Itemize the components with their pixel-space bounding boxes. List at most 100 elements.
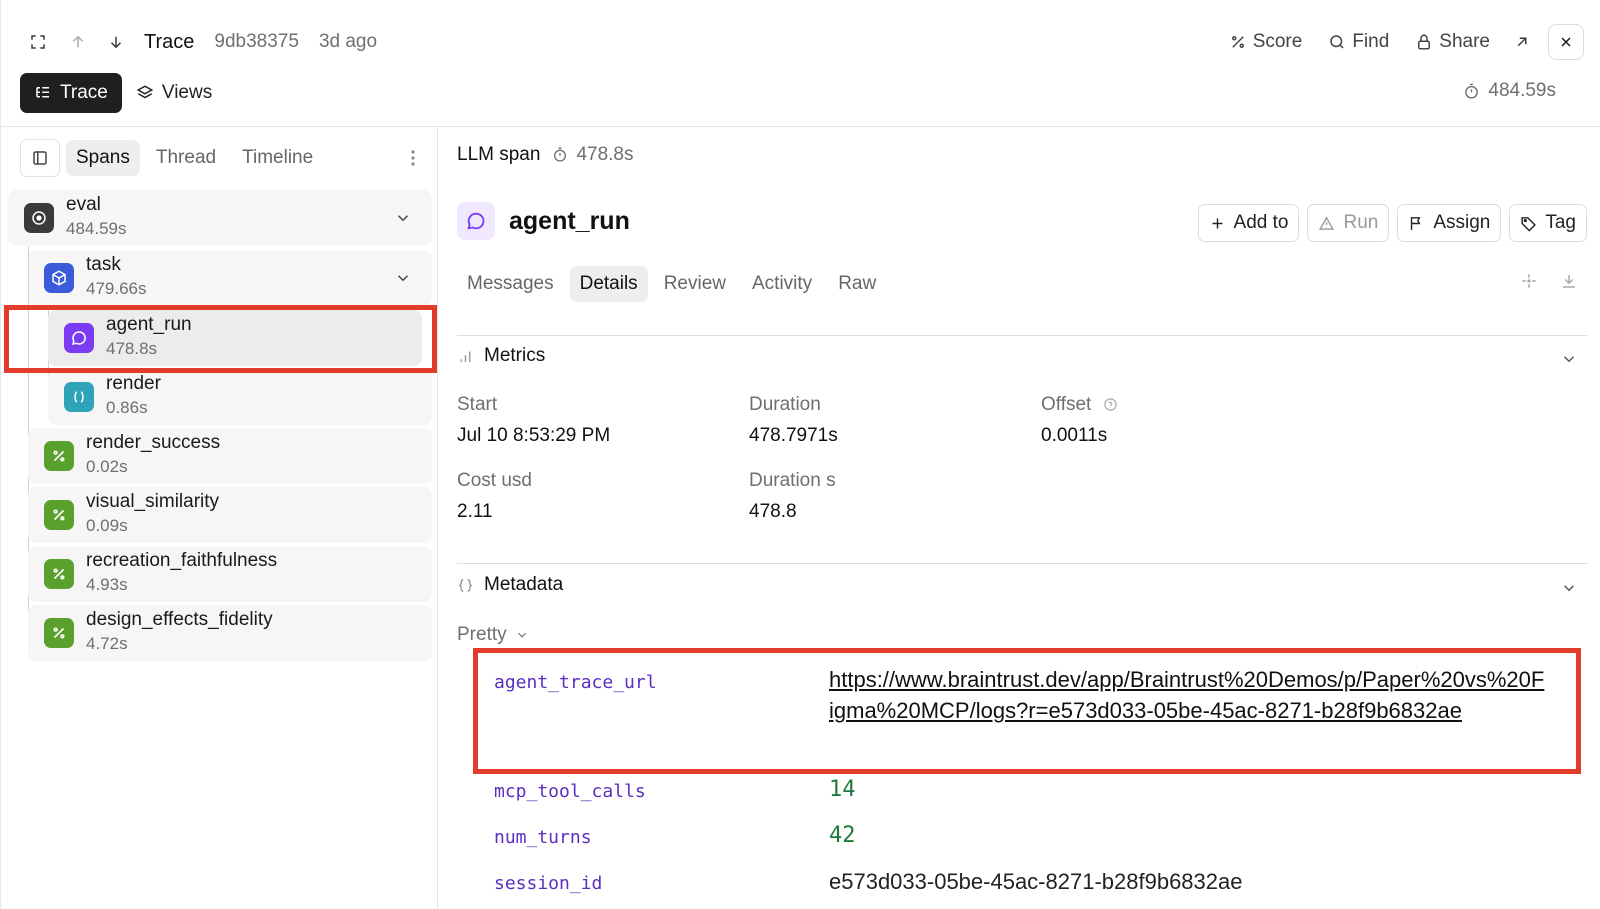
span-duration: 0.09s bbox=[86, 516, 128, 535]
braces-icon bbox=[458, 578, 473, 592]
metric-value-cost: 2.11 bbox=[457, 501, 493, 522]
share-button[interactable]: Share bbox=[1405, 24, 1500, 60]
span-name: visual_similarity bbox=[86, 491, 220, 512]
chevron-down-icon bbox=[517, 632, 526, 638]
format-label: Pretty bbox=[457, 624, 507, 645]
percent-icon bbox=[44, 441, 74, 471]
metric-label-offset: Offset bbox=[1041, 394, 1118, 416]
span-row-visual-similarity[interactable]: visual_similarity 0.09s bbox=[28, 487, 432, 543]
metric-value-start: Jul 10 8:53:29 PM bbox=[457, 425, 611, 446]
share-label: Share bbox=[1439, 31, 1490, 52]
find-button[interactable]: Find bbox=[1318, 24, 1399, 60]
span-duration-info: 478.8s bbox=[552, 144, 634, 166]
metric-value-duration: 478.7971s bbox=[749, 425, 838, 446]
tab-thread[interactable]: Thread bbox=[146, 140, 226, 176]
tab-messages[interactable]: Messages bbox=[457, 266, 564, 302]
span-duration: 484.59s bbox=[66, 219, 127, 238]
run-label: Run bbox=[1343, 212, 1379, 233]
percent-icon bbox=[44, 618, 74, 648]
detail-tabs: Messages Details Review Activity Raw bbox=[457, 264, 886, 304]
span-name: render bbox=[106, 373, 161, 394]
span-title: agent_run bbox=[509, 206, 630, 235]
metadata-key-session-id: session_id bbox=[494, 873, 603, 894]
layers-icon bbox=[136, 85, 154, 99]
chevron-down-icon[interactable] bbox=[394, 269, 412, 287]
metadata-section-header[interactable]: Metadata bbox=[457, 574, 563, 596]
metadata-key-num-turns: num_turns bbox=[494, 827, 592, 848]
span-duration: 4.93s bbox=[86, 575, 128, 594]
metric-value-duration-s: 478.8 bbox=[749, 501, 797, 522]
metadata-key-mcp-tool-calls: mcp_tool_calls bbox=[494, 781, 646, 802]
span-row-render[interactable]: render 0.86s bbox=[48, 369, 432, 425]
metadata-value-num-turns: 42 bbox=[829, 823, 856, 848]
box-icon bbox=[44, 263, 74, 293]
percent-icon bbox=[44, 559, 74, 589]
span-actions: Add to Run Assign Tag bbox=[1197, 204, 1587, 242]
tag-button[interactable]: Tag bbox=[1509, 204, 1587, 242]
tab-raw[interactable]: Raw bbox=[828, 266, 886, 302]
more-options-icon[interactable] bbox=[401, 149, 425, 167]
views-button[interactable]: Views bbox=[136, 82, 212, 104]
total-duration: 484.59s bbox=[1463, 80, 1556, 102]
span-row-design-effects-fidelity[interactable]: design_effects_fidelity 4.72s bbox=[28, 605, 432, 661]
tab-spans[interactable]: Spans bbox=[66, 140, 140, 176]
span-name: recreation_faithfulness bbox=[86, 550, 278, 571]
score-label: Score bbox=[1252, 31, 1303, 52]
target-icon bbox=[24, 203, 54, 233]
trace-id[interactable]: 9db38375 bbox=[214, 31, 299, 53]
format-dropdown[interactable]: Pretty bbox=[457, 624, 529, 646]
metrics-section-header[interactable]: Metrics bbox=[457, 345, 545, 367]
parens-icon bbox=[64, 382, 94, 412]
span-name: eval bbox=[66, 194, 101, 215]
trace-age: 3d ago bbox=[318, 31, 378, 52]
arrow-down-icon[interactable] bbox=[100, 26, 132, 58]
assign-label: Assign bbox=[1433, 212, 1491, 233]
arrow-up-icon[interactable] bbox=[62, 26, 94, 58]
add-to-button[interactable]: Add to bbox=[1197, 204, 1300, 242]
span-row-render-success[interactable]: render_success 0.02s bbox=[28, 428, 432, 484]
span-row-task[interactable]: task 479.66s bbox=[28, 250, 432, 306]
metrics-heading: Metrics bbox=[484, 345, 546, 366]
flag-icon bbox=[1411, 216, 1421, 230]
close-button[interactable] bbox=[1548, 24, 1584, 60]
lock-icon bbox=[1418, 34, 1431, 50]
timer-icon bbox=[554, 147, 567, 162]
span-row-eval[interactable]: eval 484.59s bbox=[8, 190, 432, 246]
warning-icon bbox=[1319, 215, 1335, 230]
tab-activity[interactable]: Activity bbox=[742, 266, 822, 302]
span-row-recreation-faithfulness[interactable]: recreation_faithfulness 4.93s bbox=[28, 546, 432, 602]
span-type-row: LLM span 478.8s bbox=[457, 144, 634, 166]
span-type-label: LLM span bbox=[457, 144, 541, 165]
tab-details[interactable]: Details bbox=[569, 266, 648, 302]
chat-bubble-icon bbox=[457, 202, 495, 240]
tab-review[interactable]: Review bbox=[654, 266, 736, 302]
views-label: Views bbox=[161, 82, 213, 103]
score-button[interactable]: Score bbox=[1219, 24, 1313, 60]
offset-label-text: Offset bbox=[1041, 394, 1092, 415]
open-external-icon[interactable] bbox=[1506, 26, 1538, 58]
span-duration: 4.72s bbox=[86, 634, 128, 653]
assign-button[interactable]: Assign bbox=[1397, 204, 1502, 242]
sparkle-icon[interactable] bbox=[1520, 272, 1538, 290]
chevron-down-icon[interactable] bbox=[1560, 350, 1578, 368]
expand-icon[interactable] bbox=[22, 26, 54, 58]
run-button[interactable]: Run bbox=[1307, 204, 1390, 242]
tab-timeline[interactable]: Timeline bbox=[232, 140, 323, 176]
help-icon[interactable] bbox=[1103, 397, 1118, 412]
search-icon bbox=[1330, 35, 1344, 49]
percent-icon bbox=[44, 500, 74, 530]
trace-header: Trace 9db38375 3d ago bbox=[22, 22, 377, 62]
metric-label-duration-s: Duration s bbox=[749, 470, 836, 491]
close-icon bbox=[1561, 37, 1571, 47]
chevron-down-icon[interactable] bbox=[394, 209, 412, 227]
span-duration: 479.66s bbox=[86, 279, 147, 298]
trace-view-button[interactable]: Trace bbox=[20, 73, 122, 113]
add-to-label: Add to bbox=[1233, 212, 1289, 233]
toggle-panel-button[interactable] bbox=[20, 139, 60, 177]
span-duration-value: 478.8s bbox=[576, 144, 634, 165]
chevron-down-icon[interactable] bbox=[1560, 579, 1578, 597]
download-icon[interactable] bbox=[1560, 272, 1578, 290]
list-tree-icon bbox=[36, 87, 49, 98]
span-title-row: agent_run bbox=[457, 200, 630, 242]
timer-icon bbox=[1465, 83, 1479, 99]
